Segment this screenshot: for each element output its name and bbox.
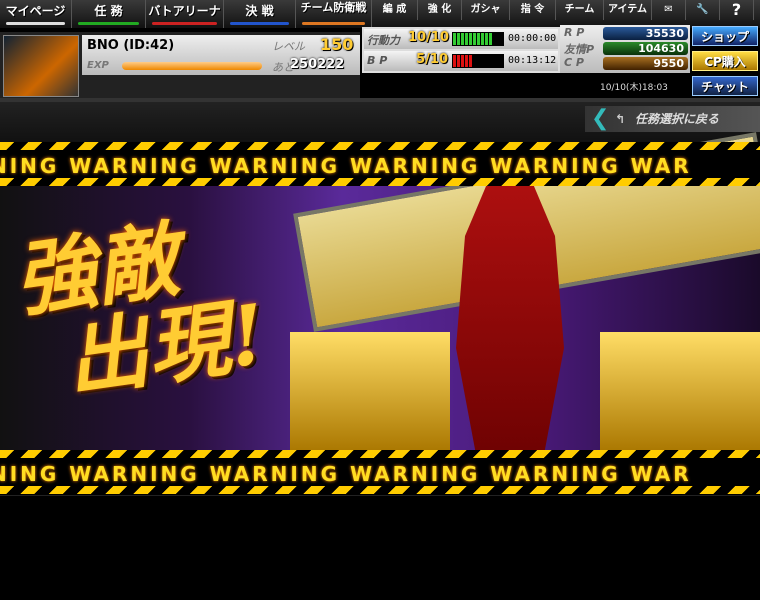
exp-label: EXP (87, 60, 109, 71)
nav-orders[interactable]: 指 令 (510, 0, 556, 20)
gauge-segment (481, 55, 484, 67)
gauge-segment (461, 33, 464, 45)
nav-underline (302, 22, 365, 25)
nav-gacha[interactable]: ガシャ (462, 0, 510, 20)
nav-items[interactable]: アイテム (604, 0, 652, 20)
gauge-segment (465, 33, 468, 45)
back-label: 任務選択に戻る (635, 112, 720, 126)
warning-text: NING WARNING WARNING WARNING WARNING WAR (0, 462, 692, 486)
bp-label: B P (367, 54, 388, 67)
stamina-panel: 行動力 10/10 00:00:00 B P 5/10 00:13:12 (362, 27, 560, 73)
sub-nav: 編 成 強 化 ガシャ 指 令 チーム アイテム ✉ 🔧 ? (372, 0, 754, 20)
gauge-segment (481, 33, 484, 45)
shop-button[interactable]: ショップ (692, 26, 758, 46)
gauge-segment (469, 55, 472, 67)
nav-enhance[interactable]: 強 化 (418, 0, 462, 20)
bp-gauge (452, 54, 504, 68)
nav-decisive-battle[interactable]: 決 戦 (224, 0, 296, 28)
profile-info: BNO (ID:42) レベル 150 EXP あと 250222 (82, 35, 360, 75)
nav-team-defense[interactable]: チーム防衛戦 (296, 0, 372, 28)
cp-purchase-button[interactable]: CP購入 (692, 51, 758, 71)
gauge-segment (457, 33, 460, 45)
gauge-segment (465, 55, 468, 67)
action-gauge (452, 32, 504, 46)
wrench-icon[interactable]: 🔧 (686, 0, 720, 20)
nav-mypage[interactable]: マイページ (0, 0, 72, 28)
gauge-segment (473, 33, 476, 45)
nav-underline (6, 22, 65, 25)
warning-strip-bottom: NING WARNING WARNING WARNING WARNING WAR (0, 450, 760, 494)
gauge-segment (457, 55, 460, 67)
profile-panel: BNO (ID:42) レベル 150 EXP あと 250222 (0, 32, 360, 98)
content-area (0, 495, 760, 600)
strong-enemy-title: 強敵 出現! (9, 206, 272, 410)
warning-text: NING WARNING WARNING WARNING WARNING WAR (0, 154, 692, 178)
action-timer: 00:00:00 (508, 33, 557, 44)
chat-button[interactable]: チャット (692, 76, 758, 96)
player-name: BNO (ID:42) (87, 38, 175, 53)
exp-remaining: 250222 (290, 57, 345, 72)
action-row: 行動力 10/10 00:00:00 (364, 29, 558, 49)
gauge-segment (477, 33, 480, 45)
friend-row: 友情P 104630 (560, 41, 690, 56)
nav-mission[interactable]: 任 務 (72, 0, 146, 28)
exp-bar (122, 62, 262, 70)
friend-value: 104630 (603, 42, 688, 55)
gauge-segment (461, 55, 464, 67)
gauge-segment (477, 55, 480, 67)
friend-label: 友情P (564, 43, 595, 56)
level-label: レベル (272, 40, 305, 53)
gauge-segment (485, 33, 488, 45)
rp-label: R P (564, 26, 585, 39)
cp-value: 9550 (603, 57, 688, 70)
currency-panel: R P 35530 友情P 104630 C P 9550 (560, 25, 690, 73)
nav-underline (152, 22, 217, 25)
gauge-segment (469, 33, 472, 45)
nav-team[interactable]: チーム (556, 0, 604, 20)
gauge-segment (489, 55, 492, 67)
bp-row: B P 5/10 00:13:12 (364, 51, 558, 71)
return-arrow-icon: ↰ (615, 112, 626, 126)
action-value: 10/10 (408, 30, 449, 45)
level-value: 150 (320, 35, 354, 54)
rp-value: 35530 (603, 27, 688, 40)
chevron-left-icon: ❮ (591, 106, 610, 131)
action-label: 行動力 (367, 34, 400, 47)
avatar[interactable] (3, 35, 79, 97)
nav-battle-arena[interactable]: バトアリーナ (146, 0, 224, 28)
gauge-segment (485, 55, 488, 67)
rp-row: R P 35530 (560, 26, 690, 41)
bp-timer: 00:13:12 (508, 55, 557, 66)
gauge-segment (473, 55, 476, 67)
datetime: 10/10(木)18:03 (600, 83, 668, 93)
gauge-segment (453, 55, 456, 67)
gauge-segment (453, 33, 456, 45)
boss-shoulder (600, 332, 760, 452)
warning-strip-top: NING WARNING WARNING WARNING WARNING WAR (0, 142, 760, 186)
mail-icon[interactable]: ✉ (652, 0, 686, 20)
gauge-segment (489, 33, 492, 45)
back-to-mission-select-button[interactable]: ❮ ↰ 任務選択に戻る (585, 106, 760, 132)
cp-label: C P (564, 56, 584, 69)
boss-shoulder (290, 332, 450, 452)
nav-underline (78, 22, 139, 25)
nav-formation[interactable]: 編 成 (372, 0, 418, 20)
nav-underline (230, 22, 289, 25)
help-icon[interactable]: ? (720, 0, 754, 20)
bp-value: 5/10 (416, 52, 448, 67)
cp-row: C P 9550 (560, 56, 690, 71)
boss-banner: ❮ ↰ 任務選択に戻る NING WARNING WARNING WARNING W… (0, 102, 760, 494)
